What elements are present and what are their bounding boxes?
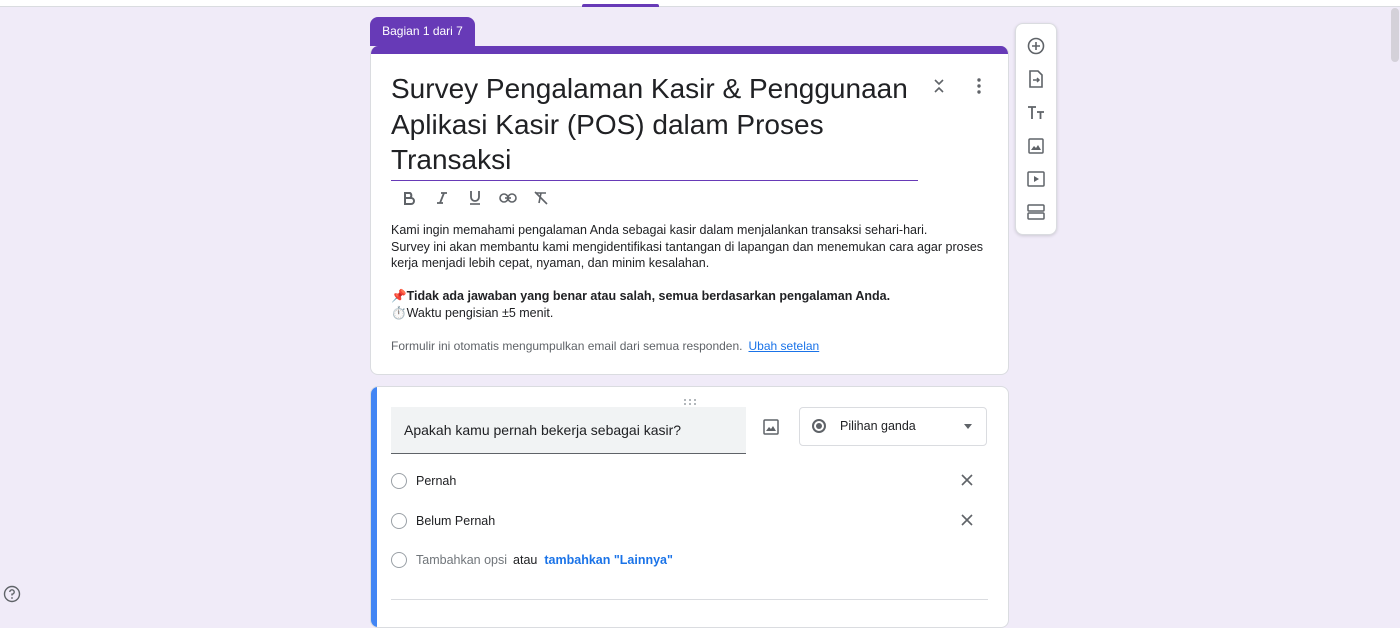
description-line: Survey ini akan membantu kami mengidenti… <box>391 239 984 271</box>
form-description[interactable]: Kami ingin memahami pengalaman Anda seba… <box>391 222 991 322</box>
radio-circle-icon <box>391 552 407 568</box>
question-type-select[interactable]: Pilihan ganda <box>799 407 987 446</box>
format-toolbar <box>399 188 550 208</box>
or-text: atau <box>513 553 538 567</box>
option-label[interactable]: Belum Pernah <box>416 514 495 528</box>
email-settings-link[interactable]: Ubah setelan <box>749 339 820 353</box>
italic-icon[interactable] <box>432 189 451 208</box>
question-card[interactable]: Apakah kamu pernah bekerja sebagai kasir… <box>370 386 1009 628</box>
import-questions-icon[interactable] <box>1026 69 1046 89</box>
active-tab-indicator <box>582 4 659 7</box>
help-icon[interactable] <box>3 585 21 603</box>
form-title[interactable]: Survey Pengalaman Kasir & Penggunaan Apl… <box>391 71 918 181</box>
email-collection-notice: Formulir ini otomatis mengumpulkan email… <box>391 339 819 353</box>
remove-option-icon[interactable] <box>959 472 977 490</box>
email-notice-text: Formulir ini otomatis mengumpulkan email… <box>391 339 743 353</box>
link-icon[interactable] <box>498 189 517 208</box>
question-footer-divider <box>391 599 988 600</box>
active-question-accent <box>371 387 377 627</box>
drag-handle-icon[interactable] <box>682 393 698 405</box>
more-vert-icon[interactable] <box>971 76 987 96</box>
add-title-icon[interactable] <box>1026 103 1046 123</box>
dropdown-arrow-icon <box>964 424 972 429</box>
collapse-icon[interactable] <box>931 76 947 96</box>
option-label[interactable]: Pernah <box>416 474 456 488</box>
radio-circle-icon <box>391 513 407 529</box>
description-note-time: ⏱️Waktu pengisian ±5 menit. <box>391 305 554 320</box>
add-option-input[interactable]: Tambahkan opsi <box>416 553 507 567</box>
add-section-icon[interactable] <box>1026 202 1046 222</box>
add-image-icon[interactable] <box>1026 136 1046 156</box>
bold-icon[interactable] <box>399 189 418 208</box>
header-accent-bar <box>371 46 1008 54</box>
add-option-row: Tambahkan opsi atau tambahkan "Lainnya" <box>391 550 673 570</box>
option-row[interactable]: Belum Pernah <box>391 511 495 531</box>
add-other-option-link[interactable]: tambahkan "Lainnya" <box>544 553 673 567</box>
add-question-icon[interactable] <box>1026 36 1046 56</box>
scrollbar-thumb[interactable] <box>1391 8 1399 62</box>
form-header-card[interactable]: Survey Pengalaman Kasir & Penggunaan Apl… <box>370 46 1009 375</box>
radio-circle-icon <box>391 473 407 489</box>
section-tab: Bagian 1 dari 7 <box>370 17 475 46</box>
remove-option-icon[interactable] <box>959 512 977 530</box>
description-line: Kami ingin memahami pengalaman Anda seba… <box>391 223 928 237</box>
side-toolbar <box>1015 23 1057 235</box>
option-row[interactable]: Pernah <box>391 471 456 491</box>
clear-format-icon[interactable] <box>531 189 550 208</box>
add-image-icon[interactable] <box>763 419 781 437</box>
underline-icon[interactable] <box>465 189 484 208</box>
question-title-input[interactable]: Apakah kamu pernah bekerja sebagai kasir… <box>391 407 746 454</box>
top-bar <box>0 0 1400 7</box>
radio-button-icon <box>812 419 826 433</box>
add-video-icon[interactable] <box>1026 169 1046 189</box>
question-type-label: Pilihan ganda <box>840 419 916 433</box>
description-note-bold: 📌Tidak ada jawaban yang benar atau salah… <box>391 289 891 304</box>
